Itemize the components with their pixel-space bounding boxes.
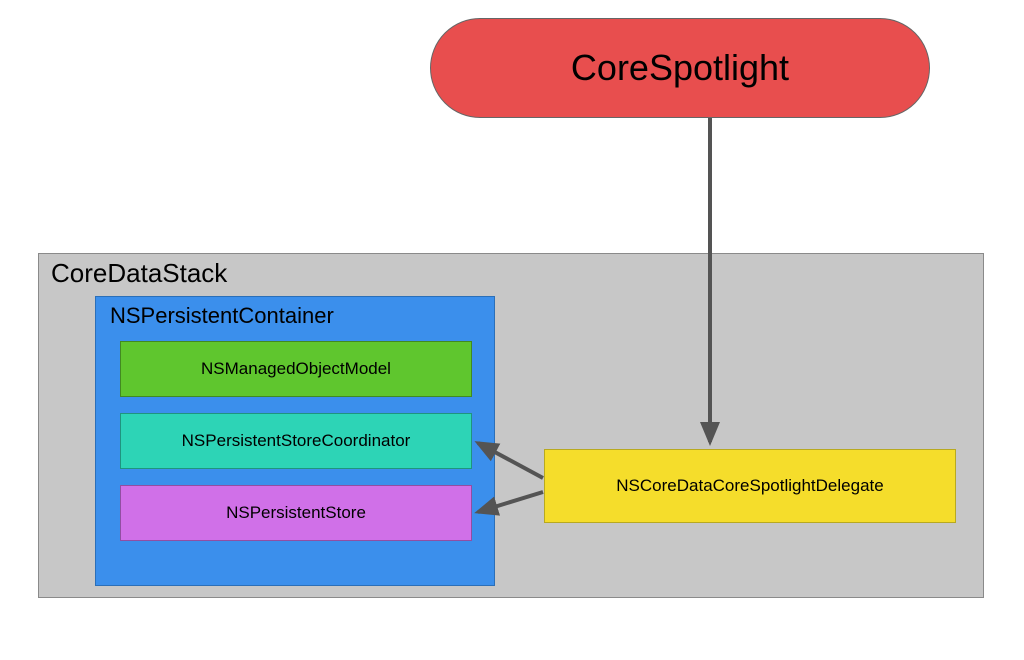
persistent-container-title: NSPersistentContainer: [110, 303, 334, 329]
persistent-store-coordinator-node: NSPersistentStoreCoordinator: [120, 413, 472, 469]
managed-object-model-label: NSManagedObjectModel: [201, 359, 391, 379]
managed-object-model-node: NSManagedObjectModel: [120, 341, 472, 397]
persistent-store-label: NSPersistentStore: [226, 503, 366, 523]
persistent-store-coordinator-label: NSPersistentStoreCoordinator: [182, 431, 411, 451]
delegate-node: NSCoreDataCoreSpotlightDelegate: [544, 449, 956, 523]
delegate-label: NSCoreDataCoreSpotlightDelegate: [616, 476, 883, 496]
core-data-stack-container: CoreDataStack NSPersistentContainer NSMa…: [38, 253, 984, 598]
core-data-stack-title: CoreDataStack: [51, 258, 227, 289]
persistent-container-node: NSPersistentContainer NSManagedObjectMod…: [95, 296, 495, 586]
corespotlight-label: CoreSpotlight: [571, 47, 789, 89]
corespotlight-node: CoreSpotlight: [430, 18, 930, 118]
persistent-store-node: NSPersistentStore: [120, 485, 472, 541]
